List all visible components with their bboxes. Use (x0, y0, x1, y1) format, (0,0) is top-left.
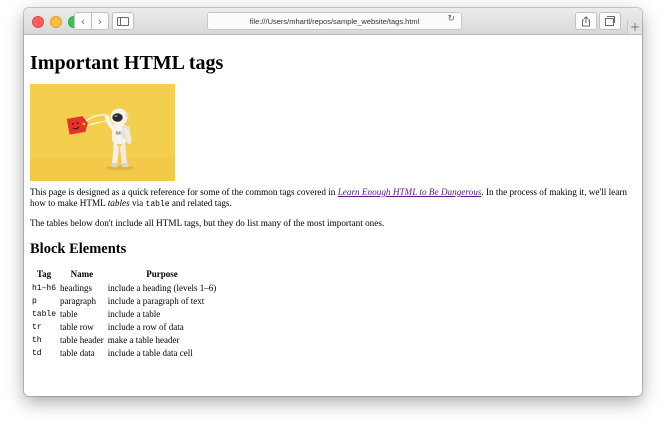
chevron-left-icon: ‹ (80, 14, 86, 28)
astronaut-image (30, 84, 175, 181)
tag-cell: p (32, 297, 37, 306)
table-header-row: Tag Name Purpose (30, 269, 218, 282)
table-header-name: Name (70, 269, 94, 279)
intro-paragraph: This page is designed as a quick referen… (30, 187, 627, 209)
table-header-tag: Tag (36, 269, 52, 279)
page-title: Important HTML tags (30, 52, 224, 74)
note-paragraph: The tables below don't include all HTML … (30, 218, 385, 228)
name-cell: paragraph (60, 296, 96, 306)
navigation-buttons: ‹ › (74, 12, 109, 30)
table-row: p paragraph include a paragraph of text (30, 295, 218, 308)
purpose-cell: make a table header (107, 335, 180, 345)
purpose-cell: include a row of data (107, 322, 184, 332)
show-tabs-button[interactable] (599, 12, 621, 30)
tag-cell: table (32, 310, 57, 319)
browser-window: ‹ › file:///Users/mhartl/repos/sample_we… (24, 8, 642, 396)
sidebar-toggle-button[interactable] (112, 12, 134, 30)
minimize-window-button[interactable] (50, 16, 62, 28)
name-cell: headings (60, 283, 93, 293)
close-window-button[interactable] (32, 16, 44, 28)
table-code: table (145, 200, 170, 209)
purpose-cell: include a heading (levels 1–6) (107, 283, 217, 293)
window-controls (32, 16, 80, 28)
address-bar[interactable]: file:///Users/mhartl/repos/sample_websit… (207, 12, 462, 30)
tag-cell: tr (32, 323, 42, 332)
tag-cell: td (32, 349, 42, 358)
name-cell: table (60, 309, 78, 319)
name-cell: table row (60, 322, 94, 332)
name-cell: table header (60, 335, 104, 345)
tag-cell: th (32, 336, 42, 345)
tables-emphasis: tables (107, 198, 130, 208)
forward-button[interactable]: › (92, 12, 109, 30)
new-tab-button[interactable]: + (627, 20, 642, 34)
url-text: file:///Users/mhartl/repos/sample_websit… (249, 16, 420, 26)
share-button[interactable] (575, 12, 597, 30)
name-cell: table data (60, 348, 95, 358)
purpose-cell: include a paragraph of text (107, 296, 205, 306)
share-icon (582, 15, 590, 26)
sidebar-icon (117, 16, 129, 26)
table-row: td table data include a table data cell (30, 347, 218, 360)
back-button[interactable]: ‹ (74, 12, 92, 30)
table-row: table table include a table (30, 308, 218, 321)
table-row: h1–h6 headings include a heading (levels… (30, 282, 218, 295)
reload-icon[interactable]: ↻ (447, 14, 455, 24)
chevron-right-icon: › (97, 14, 103, 28)
purpose-cell: include a table data cell (107, 348, 193, 358)
section-title: Block Elements (30, 241, 127, 257)
page-content: Important HTML tags This page is designe… (24, 35, 642, 360)
learn-enough-html-link[interactable]: Learn Enough HTML to Be Dangerous (338, 187, 482, 197)
purpose-cell: include a table (107, 309, 161, 319)
tag-cell: h1–h6 (32, 284, 57, 293)
tabs-icon (604, 16, 615, 26)
table-header-purpose: Purpose (146, 269, 178, 279)
table-row: tr table row include a row of data (30, 321, 218, 334)
block-elements-table: Tag Name Purpose h1–h6 headings include … (30, 269, 218, 360)
table-row: th table header make a table header (30, 334, 218, 347)
title-bar: ‹ › file:///Users/mhartl/repos/sample_we… (24, 8, 642, 35)
